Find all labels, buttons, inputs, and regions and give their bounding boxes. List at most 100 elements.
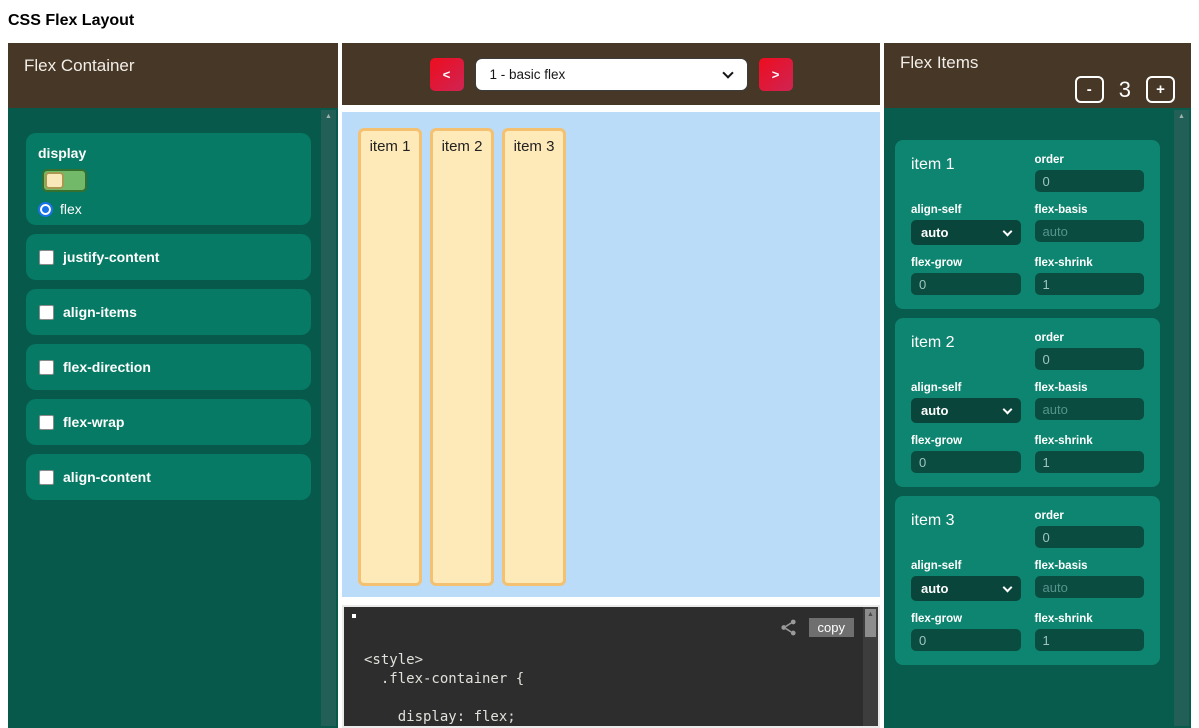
code-panel: copy <style> .flex-container { display: … [342, 605, 880, 728]
item-3-flex-grow-field: flex-grow [911, 613, 1021, 651]
item-1-flex-grow-field: flex-grow [911, 257, 1021, 295]
code-line: display: flex; [364, 708, 878, 727]
item-2-flex-grow-field: flex-grow [911, 435, 1021, 473]
item-2-align-self-field: align-self auto [911, 382, 1021, 423]
code-content[interactable]: <style> .flex-container { display: flex; [364, 651, 878, 727]
align-items-label: align-items [63, 304, 137, 320]
item-2-title: item 2 [911, 332, 1021, 352]
preview-panel: < 1 - basic flex > item 1 item 2 item 3 [342, 43, 880, 728]
align-self-label: align-self [911, 382, 1021, 394]
item-3-align-self-select[interactable]: auto [911, 576, 1021, 601]
flex-grow-label: flex-grow [911, 613, 1021, 625]
property-card-align-items: align-items [26, 289, 311, 335]
prev-preset-button[interactable]: < [430, 58, 464, 91]
property-card-flex-wrap: flex-wrap [26, 399, 311, 445]
item-3-align-self-value: auto [921, 581, 948, 596]
flex-wrap-label: flex-wrap [63, 414, 124, 430]
preset-select[interactable]: 1 - basic flex [475, 58, 748, 91]
copy-button[interactable]: copy [809, 618, 854, 637]
scroll-up-icon[interactable]: ▲ [1174, 110, 1189, 124]
flex-direction-label: flex-direction [63, 359, 151, 375]
item-1-flex-grow-input[interactable] [911, 273, 1021, 295]
code-line [364, 689, 878, 708]
flex-grow-label: flex-grow [911, 435, 1021, 447]
flex-wrap-checkbox[interactable] [39, 415, 54, 430]
item-card-1: item 1 order align-self auto flex-basis [895, 140, 1160, 309]
code-toolbar: copy [779, 618, 854, 637]
display-card: display flex [26, 133, 311, 225]
flex-shrink-label: flex-shrink [1035, 435, 1145, 447]
item-2-flex-basis-field: flex-basis [1035, 382, 1145, 423]
display-label: display [38, 145, 299, 161]
display-flex-radio[interactable] [38, 202, 53, 217]
flex-container-panel-header: Flex Container [8, 43, 338, 108]
chevron-down-icon [1002, 405, 1012, 415]
flex-shrink-label: flex-shrink [1035, 613, 1145, 625]
item-3-flex-basis-input[interactable] [1035, 576, 1145, 598]
order-label: order [1035, 154, 1145, 166]
code-line: .flex-container { [364, 670, 878, 689]
flex-container-panel-body: display flex justify-content align-items [8, 108, 338, 728]
scroll-up-icon[interactable]: ▲ [321, 110, 336, 124]
item-2-flex-grow-input[interactable] [911, 451, 1021, 473]
item-1-flex-shrink-input[interactable] [1035, 273, 1145, 295]
display-toggle[interactable] [42, 169, 87, 192]
increase-items-button[interactable]: + [1146, 76, 1175, 103]
justify-content-label: justify-content [63, 249, 159, 265]
display-flex-radio-label: flex [60, 201, 82, 217]
item-2-flex-basis-input[interactable] [1035, 398, 1145, 420]
flex-items-panel: Flex Items - 3 + item 1 order align-self… [884, 43, 1191, 728]
item-1-flex-shrink-field: flex-shrink [1035, 257, 1145, 295]
display-toggle-knob [45, 172, 64, 189]
code-line: <style> [364, 651, 878, 670]
share-icon[interactable] [779, 618, 798, 637]
align-self-label: align-self [911, 204, 1021, 216]
item-3-flex-grow-input[interactable] [911, 629, 1021, 651]
item-1-order-input[interactable] [1035, 170, 1145, 192]
item-1-order-field: order [1035, 154, 1145, 192]
item-1-align-self-value: auto [921, 225, 948, 240]
property-card-flex-direction: flex-direction [26, 344, 311, 390]
flex-items-panel-title: Flex Items [900, 53, 1175, 73]
left-panel-scrollbar[interactable]: ▲ [321, 110, 336, 726]
order-label: order [1035, 510, 1145, 522]
flex-preview-item-2: item 2 [430, 128, 494, 586]
flex-grow-label: flex-grow [911, 257, 1021, 269]
flex-direction-checkbox[interactable] [39, 360, 54, 375]
item-card-2: item 2 order align-self auto flex-basis [895, 318, 1160, 487]
item-1-align-self-select[interactable]: auto [911, 220, 1021, 245]
code-panel-scrollbar[interactable]: ▲ [863, 607, 878, 726]
item-3-order-input[interactable] [1035, 526, 1145, 548]
flex-basis-label: flex-basis [1035, 204, 1145, 216]
item-2-align-self-value: auto [921, 403, 948, 418]
flex-preview-container: item 1 item 2 item 3 [342, 112, 880, 597]
page-title: CSS Flex Layout [8, 10, 1199, 31]
item-2-order-input[interactable] [1035, 348, 1145, 370]
item-1-flex-basis-input[interactable] [1035, 220, 1145, 242]
right-panel-scrollbar[interactable]: ▲ [1174, 110, 1189, 726]
item-3-flex-shrink-field: flex-shrink [1035, 613, 1145, 651]
align-content-checkbox[interactable] [39, 470, 54, 485]
flex-items-panel-header: Flex Items - 3 + [884, 43, 1191, 108]
flex-basis-label: flex-basis [1035, 382, 1145, 394]
preset-select-value: 1 - basic flex [490, 67, 566, 82]
item-2-order-field: order [1035, 332, 1145, 370]
code-scrollbar-thumb[interactable]: ▲ [865, 609, 876, 637]
next-preset-button[interactable]: > [759, 58, 793, 91]
display-radio-row: flex [38, 201, 299, 217]
flex-preview-item-1: item 1 [358, 128, 422, 586]
item-1-flex-basis-field: flex-basis [1035, 204, 1145, 245]
align-self-label: align-self [911, 560, 1021, 572]
item-2-align-self-select[interactable]: auto [911, 398, 1021, 423]
property-card-align-content: align-content [26, 454, 311, 500]
align-items-checkbox[interactable] [39, 305, 54, 320]
order-label: order [1035, 332, 1145, 344]
item-card-3: item 3 order align-self auto flex-basis [895, 496, 1160, 665]
justify-content-checkbox[interactable] [39, 250, 54, 265]
decrease-items-button[interactable]: - [1075, 76, 1104, 103]
item-2-flex-shrink-input[interactable] [1035, 451, 1145, 473]
align-content-label: align-content [63, 469, 151, 485]
item-3-align-self-field: align-self auto [911, 560, 1021, 601]
item-3-flex-shrink-input[interactable] [1035, 629, 1145, 651]
chevron-down-icon [1002, 583, 1012, 593]
